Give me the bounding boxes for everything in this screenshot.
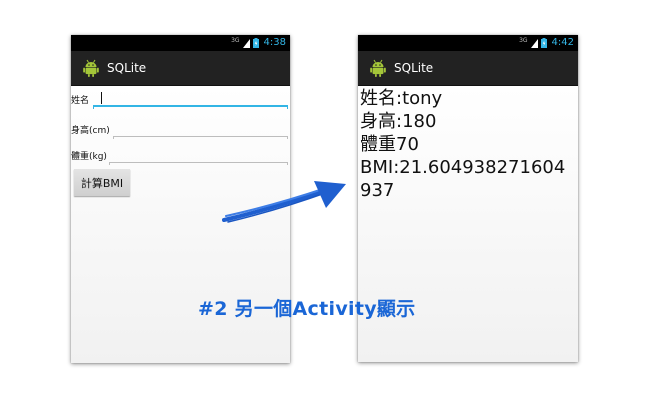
name-input[interactable] <box>93 95 288 107</box>
status-clock: 4:42 <box>551 37 574 48</box>
battery-icon <box>252 38 259 48</box>
weight-input[interactable] <box>109 152 288 163</box>
signal-icon <box>242 38 250 48</box>
signal-icon <box>530 38 538 48</box>
weight-row: 體重(kg) <box>71 143 288 165</box>
height-row: 身高(cm) <box>71 117 288 139</box>
status-clock: 4:38 <box>263 37 286 48</box>
result-name: 姓名:tony <box>360 88 443 109</box>
screenshot-stage: 3G 4:38 SQLite 姓名 身高(cm) 體重(kg) 計算BMI 3G… <box>0 0 650 400</box>
height-input[interactable] <box>113 126 288 137</box>
action-bar: SQLite <box>358 51 578 86</box>
network-type: 3G <box>231 37 240 44</box>
name-input-edge <box>93 106 94 109</box>
weight-input-edge <box>287 162 288 165</box>
result-bmi-continued: 937 <box>360 180 395 201</box>
name-label: 姓名 <box>71 96 90 106</box>
text-cursor <box>101 92 102 104</box>
app-title: SQLite <box>107 61 147 75</box>
status-bar: 3G 4:42 <box>358 35 578 51</box>
status-bar: 3G 4:38 <box>71 35 290 51</box>
arrow-icon <box>222 181 346 223</box>
height-label: 身高(cm) <box>71 126 110 136</box>
name-row: 姓名 <box>71 87 288 109</box>
calculate-bmi-button[interactable]: 計算BMI <box>74 169 130 196</box>
weight-label: 體重(kg) <box>71 152 107 162</box>
android-app-icon <box>83 59 99 77</box>
app-title: SQLite <box>394 61 434 75</box>
battery-icon <box>540 38 547 48</box>
network-type: 3G <box>519 37 528 44</box>
weight-input-edge <box>109 162 110 165</box>
height-input-edge <box>287 136 288 139</box>
result-bmi: BMI:21.604938271604 <box>360 157 566 178</box>
result-height: 身高:180 <box>360 111 437 132</box>
height-input-edge <box>113 136 114 139</box>
result-weight: 體重70 <box>360 134 419 155</box>
name-input-edge <box>287 106 288 109</box>
android-app-icon <box>370 59 386 77</box>
action-bar: SQLite <box>71 51 290 86</box>
caption-text: #2 另一個Activity顯示 <box>198 298 416 320</box>
